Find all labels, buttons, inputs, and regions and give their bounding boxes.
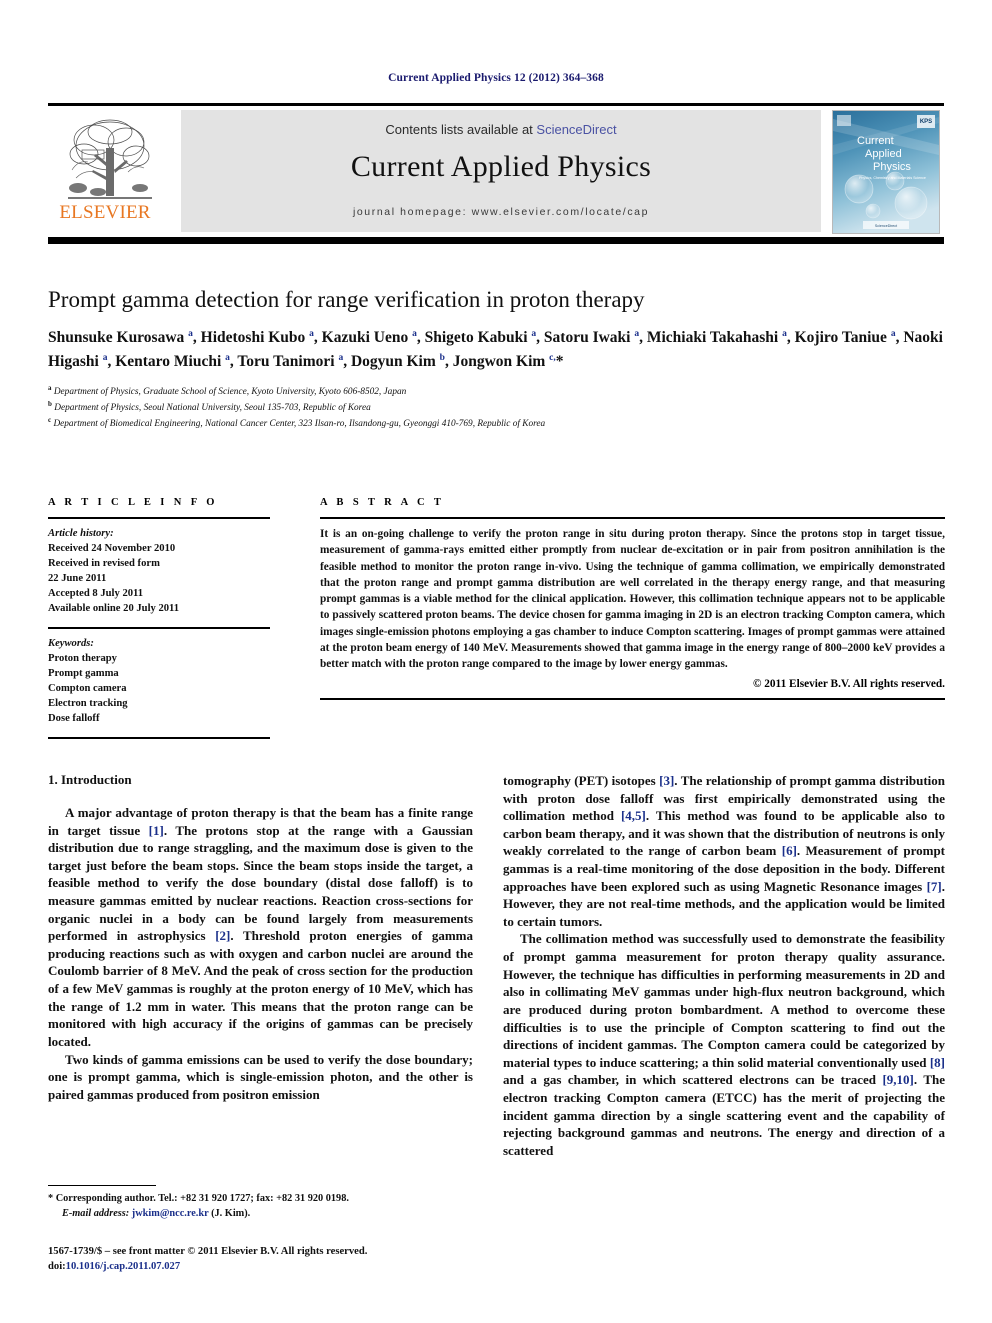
affiliation-text: Department of Physics, Graduate School o… xyxy=(53,386,407,397)
article-title: Prompt gamma detection for range verific… xyxy=(48,287,645,312)
keywords-label: Keywords: xyxy=(48,638,94,650)
sciencedirect-link[interactable]: ScienceDirect xyxy=(536,122,616,137)
doi-link[interactable]: 10.1016/j.cap.2011.07.027 xyxy=(66,1261,180,1272)
elsevier-wordmark: ELSEVIER xyxy=(59,202,151,223)
article-history-item: Available online 20 July 2011 xyxy=(48,603,180,615)
email-note: E-mail address: jwkim@ncc.re.kr (J. Kim)… xyxy=(48,1207,473,1222)
contents-available-line: Contents lists available at ScienceDirec… xyxy=(181,122,821,137)
abstract-text: It is an on-going challenge to verify th… xyxy=(320,528,945,671)
journal-masthead: ELSEVIER Contents lists available at Sci… xyxy=(48,103,944,244)
svg-text:Applied: Applied xyxy=(865,148,902,160)
affiliation-text: Department of Biomedical Engineering, Na… xyxy=(53,419,546,430)
article-history: Article history: Received 24 November 20… xyxy=(48,526,270,616)
masthead-top-rule xyxy=(48,103,944,106)
keyword-item: Dose falloff xyxy=(48,713,100,725)
citation-link[interactable]: [1] xyxy=(149,823,164,838)
doi-line: doi:10.1016/j.cap.2011.07.027 xyxy=(48,1259,478,1274)
paragraph: tomography (PET) isotopes [3]. The relat… xyxy=(503,773,946,929)
article-history-item: Received in revised form xyxy=(48,558,160,570)
affiliation-marker: c xyxy=(48,416,52,425)
abstract-copyright: © 2011 Elsevier B.V. All rights reserved… xyxy=(752,678,945,691)
section-heading-introduction: 1. Introduction xyxy=(48,772,132,787)
running-head: Current Applied Physics 12 (2012) 364–36… xyxy=(388,72,604,84)
abstract-column: A B S T R A C T It is an on-going challe… xyxy=(320,497,945,701)
contents-prefix: Contents lists available at xyxy=(385,122,537,137)
citation-link[interactable]: [7] xyxy=(927,879,942,894)
author-list: Shunsuke Kurosawa a, Hidetoshi Kubo a, K… xyxy=(48,328,943,370)
paragraph: A major advantage of proton therapy is t… xyxy=(48,805,473,1049)
affiliation-item: b Department of Physics, Seoul National … xyxy=(48,399,948,415)
citation-link[interactable]: [6] xyxy=(782,843,797,858)
citation-link[interactable]: [3] xyxy=(659,773,674,788)
article-info-rule xyxy=(48,517,270,519)
affiliation-text: Department of Physics, Seoul National Un… xyxy=(54,402,371,413)
journal-cover-thumbnail[interactable]: KPS Current Applied Physics Physics, Che… xyxy=(832,110,940,234)
svg-text:Physics: Physics xyxy=(873,161,911,173)
journal-homepage[interactable]: journal homepage: www.elsevier.com/locat… xyxy=(181,206,821,218)
masthead-band: Contents lists available at ScienceDirec… xyxy=(181,110,821,232)
affiliation-item: c Department of Biomedical Engineering, … xyxy=(48,415,948,431)
article-info-column: A R T I C L E I N F O Article history: R… xyxy=(48,497,270,746)
article-history-item: Received 24 November 2010 xyxy=(48,543,176,555)
abstract-bottom-rule xyxy=(320,698,945,701)
citation-link[interactable]: [9,10] xyxy=(882,1072,913,1087)
journal-article-page: Current Applied Physics 12 (2012) 364–36… xyxy=(0,0,992,1323)
paragraph: The collimation method was successfully … xyxy=(503,931,946,1158)
affiliation-item: a Department of Physics, Graduate School… xyxy=(48,383,948,399)
article-history-label: Article history: xyxy=(48,528,114,539)
keyword-item: Prompt gamma xyxy=(48,668,119,680)
email-owner: (J. Kim). xyxy=(211,1207,251,1219)
body-column-left: 1. Introduction A major advantage of pro… xyxy=(48,772,473,1103)
citation-link[interactable]: [4,5] xyxy=(621,808,646,823)
issn-line: 1567-1739/$ – see front matter © 2011 El… xyxy=(48,1246,368,1257)
citation-link[interactable]: [8] xyxy=(930,1055,945,1070)
journal-title: Current Applied Physics xyxy=(350,150,652,183)
footnote-block: * Corresponding author. Tel.: +82 31 920… xyxy=(48,1185,473,1222)
svg-text:ScienceDirect: ScienceDirect xyxy=(875,224,897,228)
citation-link[interactable]: [2] xyxy=(215,928,230,943)
keyword-item: Proton therapy xyxy=(48,653,117,665)
article-info-heading: A R T I C L E I N F O xyxy=(48,497,218,508)
masthead-bottom-rule xyxy=(48,237,944,244)
issn-block: 1567-1739/$ – see front matter © 2011 El… xyxy=(48,1244,478,1275)
affiliation-list: a Department of Physics, Graduate School… xyxy=(48,383,948,432)
article-history-item: Accepted 8 July 2011 xyxy=(48,588,144,600)
doi-label: doi: xyxy=(48,1261,66,1273)
abstract-rule xyxy=(320,517,945,519)
affiliation-marker: a xyxy=(48,383,52,392)
article-title-block: Prompt gamma detection for range verific… xyxy=(48,286,948,431)
svg-text:Current: Current xyxy=(857,135,894,147)
corresponding-author-note: * Corresponding author. Tel.: +82 31 920… xyxy=(48,1193,349,1204)
article-info-bottom-rule xyxy=(48,737,270,740)
keywords-block: Keywords: Proton therapy Prompt gamma Co… xyxy=(48,636,270,726)
paragraph: Two kinds of gamma emissions can be used… xyxy=(48,1051,473,1102)
article-history-item: 22 June 2011 xyxy=(48,573,107,585)
body-column-right: tomography (PET) isotopes [3]. The relat… xyxy=(503,772,945,1159)
keyword-item: Electron tracking xyxy=(48,698,128,710)
footnote-rule xyxy=(48,1185,156,1186)
email-label: E-mail address: xyxy=(62,1207,130,1219)
keywords-rule xyxy=(48,627,270,630)
abstract-heading: A B S T R A C T xyxy=(320,497,445,508)
svg-text:KPS: KPS xyxy=(920,119,932,125)
affiliation-marker: b xyxy=(48,399,52,408)
keyword-item: Compton camera xyxy=(48,683,127,695)
svg-text:Physics, Chemistry and Materia: Physics, Chemistry and Materials Science xyxy=(859,176,926,180)
email-link[interactable]: jwkim@ncc.re.kr xyxy=(132,1208,209,1219)
